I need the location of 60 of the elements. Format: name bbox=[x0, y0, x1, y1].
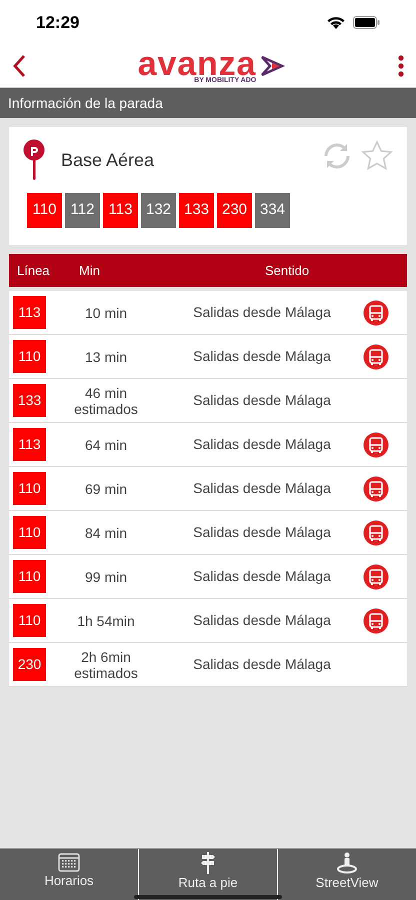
stop-name: Base Aérea bbox=[61, 148, 154, 172]
stop-pin-icon bbox=[23, 139, 45, 181]
minutes-cell-text: 10 min bbox=[84, 304, 128, 320]
minutes-cell-text: 84 min bbox=[84, 524, 128, 540]
direction-cell-text: Salidas desde Málaga bbox=[192, 479, 332, 498]
column-header: Línea bbox=[16, 262, 51, 280]
line-badge: 110 bbox=[13, 472, 46, 505]
column-header: Sentido bbox=[265, 262, 310, 280]
line-chip[interactable]: 230 bbox=[217, 193, 252, 228]
bottom-tab[interactable]: StreetView bbox=[277, 849, 416, 900]
minutes-cell-text: 1h 54min bbox=[76, 612, 136, 628]
bus-icon bbox=[363, 300, 389, 326]
line-chip[interactable]: 113 bbox=[103, 193, 138, 228]
direction-cell-text: Salidas desde Málaga bbox=[192, 347, 332, 366]
line-chip[interactable]: 112 bbox=[65, 193, 100, 228]
minutes-cell-text: 46 min estimados bbox=[73, 384, 139, 416]
direction-cell-text: Salidas desde Málaga bbox=[192, 303, 332, 322]
bus-icon bbox=[363, 520, 389, 546]
line-chip[interactable]: 334 bbox=[255, 193, 290, 228]
column-header: Min bbox=[79, 262, 101, 280]
bus-icon bbox=[363, 608, 389, 634]
line-badge: 133 bbox=[13, 384, 46, 417]
line-chip[interactable]: 133 bbox=[179, 193, 214, 228]
line-badge: 110 bbox=[13, 560, 46, 593]
calendar-icon bbox=[58, 852, 80, 872]
line-chip[interactable]: 110 bbox=[27, 193, 62, 228]
bus-icon bbox=[363, 476, 389, 502]
person-pin-icon bbox=[335, 852, 359, 874]
minutes-cell-text: 99 min bbox=[84, 568, 128, 584]
line-badge: 230 bbox=[13, 648, 46, 681]
signpost-icon bbox=[200, 852, 216, 874]
section-title-bar: Información de la parada bbox=[0, 88, 416, 118]
minutes-cell-text: 69 min bbox=[84, 480, 128, 496]
direction-cell-text: Salidas desde Málaga bbox=[192, 391, 332, 410]
bus-icon bbox=[363, 564, 389, 590]
direction-cell-text: Salidas desde Málaga bbox=[192, 567, 332, 586]
status-time: 12:29 bbox=[36, 12, 80, 34]
line-badge: 113 bbox=[13, 296, 46, 329]
direction-cell-text: Salidas desde Málaga bbox=[192, 655, 332, 674]
line-badge: 113 bbox=[13, 428, 46, 461]
minutes-cell-text: 2h 6min estimados bbox=[73, 648, 139, 680]
bottom-tab[interactable]: Horarios bbox=[0, 849, 138, 900]
line-badge: 110 bbox=[13, 604, 46, 637]
line-chip[interactable]: 132 bbox=[141, 193, 176, 228]
back-icon[interactable] bbox=[12, 54, 26, 78]
wifi-icon bbox=[327, 16, 345, 29]
favorite-star-icon[interactable] bbox=[361, 140, 393, 172]
line-badge: 110 bbox=[13, 340, 46, 373]
battery-icon bbox=[353, 16, 380, 29]
minutes-cell-text: 13 min bbox=[84, 348, 128, 364]
direction-cell-text: Salidas desde Málaga bbox=[192, 523, 332, 542]
more-options-icon[interactable] bbox=[398, 55, 404, 77]
direction-cell-text: Salidas desde Málaga bbox=[192, 435, 332, 454]
bus-icon bbox=[363, 432, 389, 458]
logo-wordmark: avanza bbox=[138, 48, 256, 78]
bus-icon bbox=[363, 344, 389, 370]
logo-arrow-icon bbox=[260, 54, 286, 78]
line-badge: 110 bbox=[13, 516, 46, 549]
direction-cell-text: Salidas desde Málaga bbox=[192, 611, 332, 630]
minutes-cell-text: 64 min bbox=[84, 436, 128, 452]
